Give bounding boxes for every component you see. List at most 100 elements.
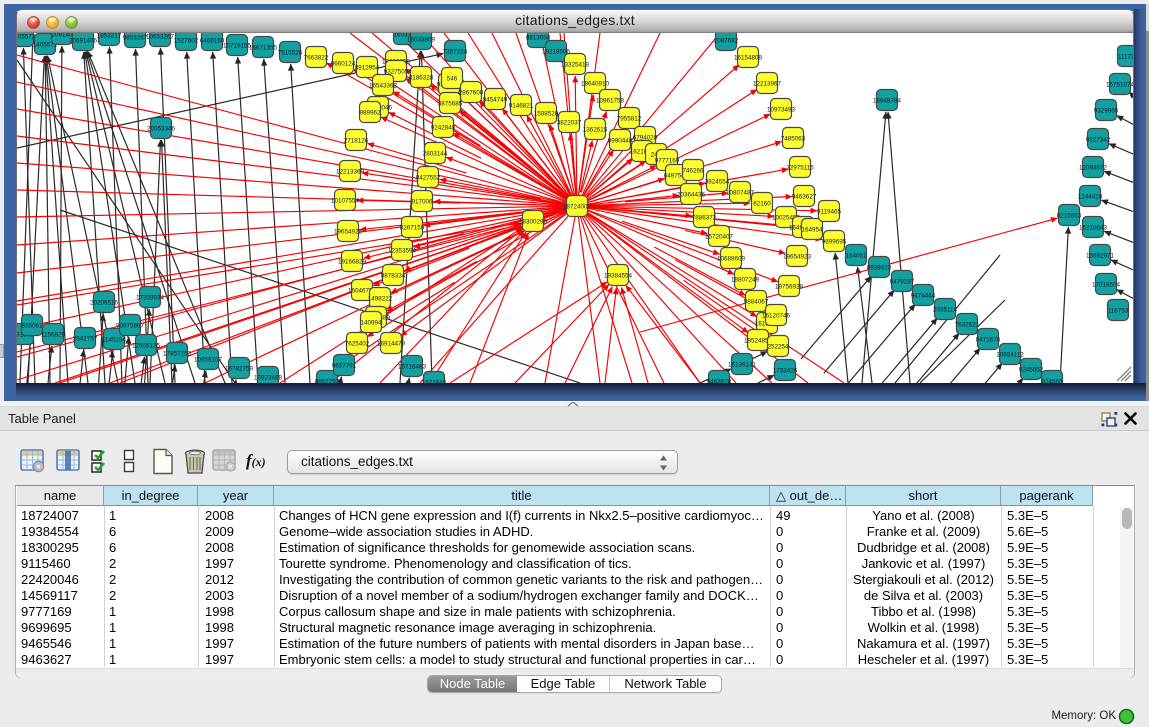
- svg-text:13325419: 13325419: [561, 62, 590, 69]
- svg-text:111736: 111736: [1118, 54, 1133, 61]
- svg-text:9699695: 9699695: [822, 239, 847, 246]
- svg-text:18640910: 18640910: [581, 81, 610, 88]
- svg-text:8912954: 8912954: [355, 65, 380, 72]
- svg-text:9463628: 9463628: [707, 379, 732, 384]
- svg-text:12213967: 12213967: [753, 81, 782, 88]
- svg-text:12093872: 12093872: [1079, 165, 1108, 172]
- svg-text:12975115: 12975115: [786, 165, 814, 172]
- svg-text:9119465: 9119465: [817, 209, 842, 216]
- svg-text:16543362: 16543362: [369, 83, 398, 90]
- svg-text:16033809: 16033809: [407, 37, 436, 44]
- svg-text:1156829: 1156829: [41, 332, 66, 339]
- svg-text:252254: 252254: [767, 344, 789, 351]
- svg-text:1527602: 1527602: [174, 38, 199, 45]
- svg-text:18300295: 18300295: [519, 219, 548, 226]
- svg-text:3875685: 3875685: [438, 101, 463, 108]
- svg-text:20053346: 20053346: [147, 126, 176, 133]
- svg-text:1362615: 1362615: [583, 127, 608, 134]
- svg-text:8267150: 8267150: [400, 225, 425, 232]
- svg-text:9657792: 9657792: [315, 379, 340, 384]
- svg-text:2087682: 2087682: [714, 38, 739, 45]
- svg-text:2867608: 2867608: [459, 90, 484, 97]
- svg-text:16136141: 16136141: [728, 362, 757, 369]
- svg-text:8454749: 8454749: [483, 97, 508, 104]
- svg-text:7632621: 7632621: [955, 322, 980, 329]
- svg-text:1405572: 1405572: [17, 34, 36, 41]
- svg-text:10107554: 10107554: [331, 198, 360, 205]
- svg-text:9657791: 9657791: [332, 363, 357, 370]
- svg-text:19384554: 19384554: [604, 273, 633, 280]
- svg-text:9660124: 9660124: [331, 61, 356, 68]
- svg-text:9474444: 9474444: [911, 293, 936, 300]
- svg-text:8878334: 8878334: [381, 273, 406, 280]
- svg-text:19166829: 19166829: [338, 259, 367, 266]
- svg-text:18724007: 18724007: [563, 204, 592, 211]
- svg-text:7955812: 7955812: [617, 116, 642, 123]
- svg-text:9463627: 9463627: [792, 194, 817, 201]
- svg-text:16120746: 16120746: [762, 313, 791, 320]
- svg-text:8215953: 8215953: [1057, 213, 1082, 220]
- svg-text:8471676: 8471676: [976, 337, 1001, 344]
- svg-text:16210643: 16210643: [1079, 225, 1108, 232]
- svg-text:3824554: 3824554: [705, 179, 730, 186]
- svg-text:10719155: 10719155: [223, 43, 252, 50]
- svg-text:8813054: 8813054: [526, 35, 551, 42]
- svg-text:12213369: 12213369: [336, 169, 365, 176]
- svg-text:8186328: 8186328: [409, 75, 434, 82]
- svg-text:6479197: 6479197: [890, 279, 915, 286]
- svg-text:16914479: 16914479: [377, 341, 406, 348]
- svg-text:9227342: 9227342: [1086, 137, 1111, 144]
- svg-text:10973493: 10973493: [767, 107, 796, 114]
- svg-text:9777169: 9777169: [655, 158, 680, 165]
- svg-text:19756928: 19756928: [775, 284, 804, 291]
- svg-text:8427552: 8427552: [416, 175, 441, 182]
- svg-text:17957253: 17957253: [163, 351, 192, 358]
- svg-text:12353594: 12353594: [388, 248, 417, 255]
- svg-text:7663822: 7663822: [304, 55, 329, 62]
- svg-text:1145194: 1145194: [102, 337, 127, 344]
- svg-text:17016504: 17016504: [1092, 282, 1121, 289]
- svg-text:7886372: 7886372: [692, 215, 717, 222]
- svg-text:10653267: 10653267: [146, 34, 175, 41]
- svg-text:15692971: 15692971: [1086, 253, 1115, 260]
- svg-text:1853217: 1853217: [97, 33, 122, 40]
- svg-text:917006: 917006: [411, 199, 433, 206]
- svg-text:9853267: 9853267: [123, 35, 148, 42]
- svg-text:164051: 164051: [845, 253, 867, 260]
- svg-text:18807249: 18807249: [731, 277, 760, 284]
- svg-text:90975867: 90975867: [116, 323, 145, 330]
- svg-text:7357224: 7357224: [443, 49, 468, 56]
- svg-text:746266: 746266: [682, 168, 704, 175]
- svg-text:1571648: 1571648: [422, 380, 447, 384]
- svg-text:1498222: 1498222: [368, 296, 393, 303]
- svg-text:2935114: 2935114: [933, 307, 958, 314]
- svg-text:3822037: 3822037: [557, 120, 582, 127]
- svg-text:20364436: 20364436: [677, 192, 706, 199]
- svg-text:140994: 140994: [360, 320, 382, 327]
- svg-text:15716483: 15716483: [398, 364, 427, 371]
- svg-text:8938923: 8938923: [867, 265, 892, 272]
- svg-text:2718126: 2718126: [344, 138, 369, 145]
- svg-text:62160: 62160: [753, 201, 771, 208]
- svg-text:164954: 164954: [801, 227, 823, 234]
- svg-text:9242848: 9242848: [431, 125, 456, 132]
- svg-text:2942757: 2942757: [73, 336, 98, 343]
- svg-text:10654112: 10654112: [996, 352, 1024, 359]
- svg-text:9245652: 9245652: [1019, 367, 1044, 374]
- svg-text:7515526: 7515526: [278, 50, 303, 57]
- svg-text:1244419: 1244419: [1078, 194, 1103, 201]
- svg-text:17359934: 17359934: [136, 295, 165, 302]
- svg-text:546: 546: [447, 76, 458, 83]
- svg-text:835061: 835061: [21, 323, 43, 330]
- svg-text:116753: 116753: [1108, 308, 1129, 315]
- svg-text:15720407: 15720407: [705, 234, 734, 241]
- svg-text:16648784: 16648784: [873, 98, 902, 105]
- svg-text:12505135: 12505135: [132, 343, 161, 350]
- svg-text:9146821: 9146821: [509, 103, 534, 110]
- svg-text:16154808: 16154808: [734, 55, 763, 62]
- svg-text:10688609: 10688609: [717, 256, 746, 263]
- svg-text:9329966: 9329966: [1094, 108, 1119, 115]
- svg-text:19654925: 19654925: [334, 229, 363, 236]
- svg-text:19654923: 19654923: [783, 254, 812, 261]
- svg-text:1588520: 1588520: [534, 111, 559, 118]
